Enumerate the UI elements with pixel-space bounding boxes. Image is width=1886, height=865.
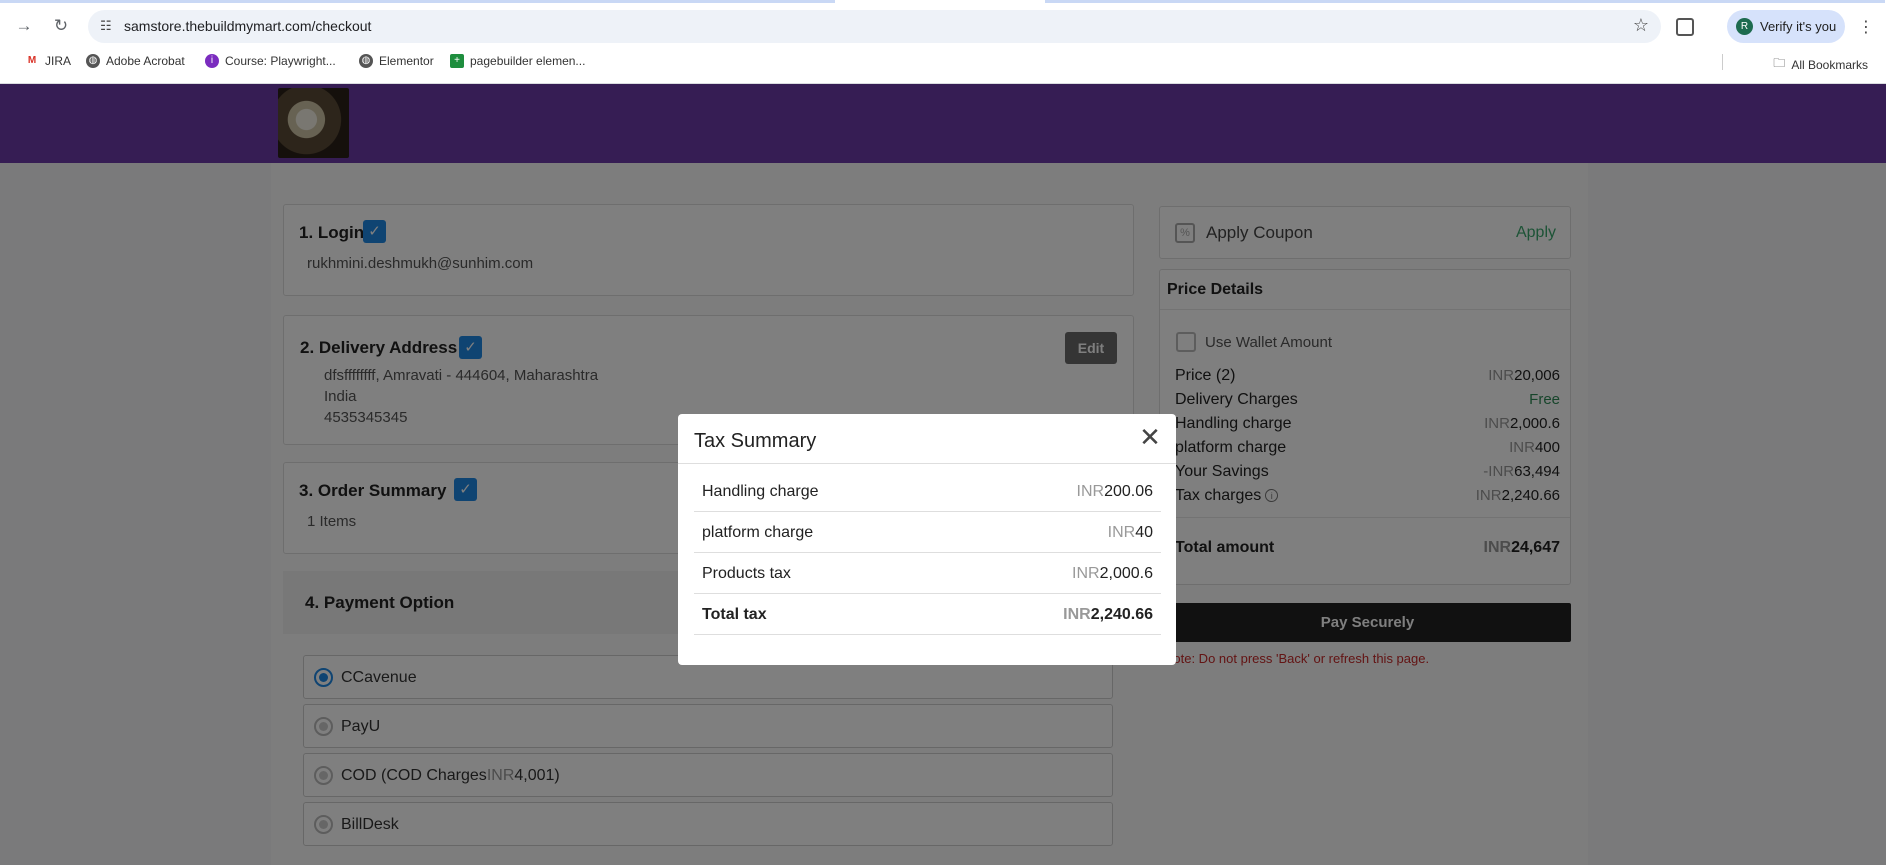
tax-row: Products tax INR2,000.6 xyxy=(694,553,1161,594)
verify-label: Verify it's you xyxy=(1760,19,1837,34)
currency-code: INR xyxy=(1063,606,1091,623)
tax-total-label: Total tax xyxy=(702,606,767,623)
amount: 200.06 xyxy=(1104,483,1153,500)
currency-code: INR xyxy=(1076,483,1105,500)
tax-value: INR200.06 xyxy=(1077,483,1154,501)
bookmarks-bar: M JIRA ◍ Adobe Acrobat i Course: Playwright… xyxy=(0,52,1886,74)
globe-icon: ◍ xyxy=(86,54,100,68)
bookmark-label: Course: Playwright... xyxy=(225,54,336,68)
tax-label: platform charge xyxy=(702,524,814,541)
extensions-icon[interactable] xyxy=(1676,18,1694,36)
profile-verify-button[interactable]: R Verify it's you xyxy=(1727,10,1845,43)
tax-label: Products tax xyxy=(702,565,791,582)
bookmark-adobe[interactable]: ◍ Adobe Acrobat xyxy=(86,54,185,68)
tax-table: Handling charge INR200.06 platform charge… xyxy=(694,471,1161,635)
bookmark-jira[interactable]: M JIRA xyxy=(25,54,71,68)
menu-icon[interactable]: ⋮ xyxy=(1858,17,1874,37)
tax-total-row: Total tax INR2,240.66 xyxy=(694,594,1161,635)
globe-icon: ◍ xyxy=(359,54,373,68)
currency-code: INR xyxy=(1107,524,1136,541)
currency-code: INR xyxy=(1072,565,1100,582)
address-row: → ↻ ☷ samstore.thebuildmymart.com/checko… xyxy=(0,8,1886,44)
tax-label: Handling charge xyxy=(702,483,819,500)
sheets-icon: + xyxy=(450,54,464,68)
bookmark-elementor[interactable]: ◍ Elementor xyxy=(359,54,434,68)
course-icon: i xyxy=(205,54,219,68)
bookmark-star-icon[interactable]: ☆ xyxy=(1633,15,1649,36)
tax-row: Handling charge INR200.06 xyxy=(694,471,1161,512)
bookmark-label: JIRA xyxy=(45,54,72,68)
avatar: R xyxy=(1736,18,1753,35)
url-text[interactable]: samstore.thebuildmymart.com/checkout xyxy=(124,18,371,34)
site-info-icon[interactable]: ☷ xyxy=(100,18,116,34)
gmail-icon: M xyxy=(27,55,37,66)
bookmarks-divider xyxy=(1722,54,1723,70)
tax-value: INR40 xyxy=(1108,524,1153,542)
bookmark-label: pagebuilder elemen... xyxy=(470,54,586,68)
browser-chrome: → ↻ ☷ samstore.thebuildmymart.com/checko… xyxy=(0,0,1886,84)
omnibox[interactable]: ☷ samstore.thebuildmymart.com/checkout ☆ xyxy=(88,10,1661,43)
modal-title: Tax Summary xyxy=(694,430,817,452)
close-icon[interactable]: ✕ xyxy=(1138,424,1162,450)
tab-strip-edge xyxy=(1045,0,1885,3)
folder-icon: 🗀 xyxy=(1773,56,1786,70)
bookmark-label: Elementor xyxy=(379,54,434,68)
all-bookmarks-label: All Bookmarks xyxy=(1791,57,1868,72)
bookmark-course[interactable]: i Course: Playwright... xyxy=(205,54,336,68)
all-bookmarks[interactable]: 🗀 All Bookmarks xyxy=(1773,54,1868,75)
divider xyxy=(678,463,1176,464)
tax-total-value: INR2,240.66 xyxy=(1063,606,1153,624)
tax-value: INR2,000.6 xyxy=(1072,565,1153,583)
tab-strip-edge xyxy=(0,0,835,3)
bookmark-pagebuilder[interactable]: + pagebuilder elemen... xyxy=(450,54,585,68)
amount: 40 xyxy=(1135,524,1153,541)
bookmark-label: Adobe Acrobat xyxy=(106,54,185,68)
tax-row: platform charge INR40 xyxy=(694,512,1161,553)
forward-icon[interactable]: → xyxy=(12,14,36,38)
amount: 2,240.66 xyxy=(1090,606,1153,623)
reload-icon[interactable]: ↻ xyxy=(49,14,73,38)
amount: 2,000.6 xyxy=(1099,565,1153,582)
tax-summary-modal: Tax Summary ✕ Handling charge INR200.06 p… xyxy=(678,414,1176,665)
